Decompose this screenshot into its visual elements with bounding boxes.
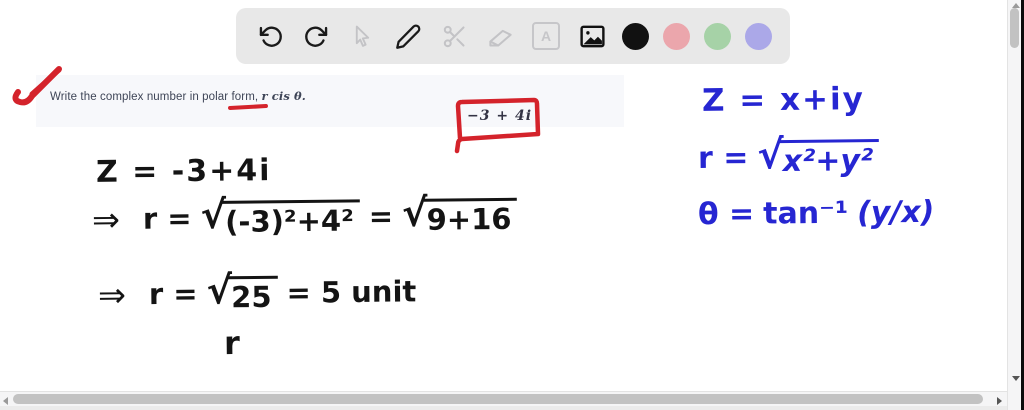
scroll-left-icon[interactable] bbox=[3, 397, 8, 405]
red-checkmark-annotation bbox=[12, 66, 62, 106]
work-line-2-lhs: r = bbox=[142, 201, 192, 236]
radicand: 25 bbox=[227, 275, 278, 315]
scroll-down-icon[interactable] bbox=[1012, 376, 1020, 381]
work-line-3-lhs: r = bbox=[148, 276, 198, 312]
undo-button[interactable] bbox=[254, 20, 286, 52]
work-line-1: Z = -3+4i bbox=[96, 153, 272, 190]
implies-arrow: ⇒ bbox=[97, 275, 127, 315]
color-swatch-red[interactable] bbox=[663, 22, 690, 50]
radicand: x²+y² bbox=[779, 139, 880, 180]
radical-expression: √ x²+y² bbox=[757, 132, 880, 180]
problem-math-text: r cis θ. bbox=[261, 89, 306, 103]
drawing-toolbar: A bbox=[236, 8, 790, 64]
implies-arrow: ⇒ bbox=[91, 199, 121, 240]
work-line-4: r bbox=[224, 324, 240, 362]
undo-icon bbox=[259, 26, 282, 47]
reference-line-2-lhs: r = bbox=[697, 140, 749, 176]
image-tool-button[interactable] bbox=[576, 20, 608, 52]
reference-line-3-lhs: θ = bbox=[697, 196, 755, 233]
whiteboard-app: A Write the complex number in polar form… bbox=[0, 0, 1024, 410]
radical-sign: √ bbox=[200, 192, 227, 239]
image-icon bbox=[579, 25, 605, 47]
reference-line-2: r = √ x²+y² bbox=[697, 132, 880, 180]
scissors-icon bbox=[443, 25, 465, 47]
radical-expression: √ 9+16 bbox=[401, 190, 518, 237]
vertical-scrollbar[interactable] bbox=[1007, 0, 1021, 410]
color-swatch-purple[interactable] bbox=[745, 22, 772, 50]
problem-text: Write the complex number in polar form, bbox=[50, 91, 262, 103]
pen-icon bbox=[395, 24, 420, 49]
reference-line-3: θ = tan⁻¹ (y/x) bbox=[698, 195, 935, 232]
color-swatch-black[interactable] bbox=[622, 22, 649, 50]
scroll-right-icon[interactable] bbox=[997, 397, 1002, 405]
work-line-2-equals: = bbox=[368, 199, 394, 234]
scissors-tool-button[interactable] bbox=[438, 20, 470, 52]
cursor-icon bbox=[355, 25, 369, 47]
radical-sign: √ bbox=[757, 132, 784, 179]
text-tool-icon: A bbox=[532, 22, 560, 50]
horizontal-scrollbar[interactable] bbox=[0, 391, 1007, 406]
problem-statement: Write the complex number in polar form, … bbox=[50, 89, 306, 103]
color-swatch-green[interactable] bbox=[704, 22, 731, 50]
reference-line-3-fn: tan⁻¹ bbox=[763, 195, 849, 232]
work-line-2: ⇒ r = √ (-3)²+4² = √ 9+16 bbox=[91, 190, 518, 241]
radical-expression: √ (-3)²+4² bbox=[200, 192, 360, 239]
radicand: (-3)²+4² bbox=[221, 199, 360, 239]
pen-tool-button[interactable] bbox=[392, 20, 424, 52]
radical-sign: √ bbox=[401, 190, 428, 236]
reference-line-1-text: Z = x+iy bbox=[701, 81, 866, 119]
reference-line-1: Z = x+iy bbox=[702, 81, 865, 119]
work-line-3-result: = 5 unit bbox=[286, 274, 417, 310]
bottom-edge-strip bbox=[0, 406, 1007, 410]
vertical-scrollbar-thumb[interactable] bbox=[1010, 8, 1019, 48]
red-box-annotation bbox=[454, 97, 541, 154]
radicand: 9+16 bbox=[423, 197, 518, 237]
work-line-4-text: r bbox=[223, 323, 240, 363]
horizontal-scrollbar-thumb[interactable] bbox=[13, 394, 983, 404]
radical-expression: √ 25 bbox=[206, 268, 278, 315]
radical-sign: √ bbox=[206, 268, 233, 314]
redo-button[interactable] bbox=[300, 20, 332, 52]
work-line-3: ⇒ r = √ 25 = 5 unit bbox=[97, 268, 417, 316]
cursor-tool-button[interactable] bbox=[346, 20, 378, 52]
work-line-1-text: Z = -3+4i bbox=[95, 153, 272, 190]
text-tool-button[interactable]: A bbox=[530, 20, 562, 52]
redo-icon bbox=[304, 26, 327, 47]
eraser-tool-button[interactable] bbox=[484, 20, 516, 52]
reference-line-3-arg: (y/x) bbox=[856, 194, 935, 231]
eraser-icon bbox=[488, 29, 512, 47]
